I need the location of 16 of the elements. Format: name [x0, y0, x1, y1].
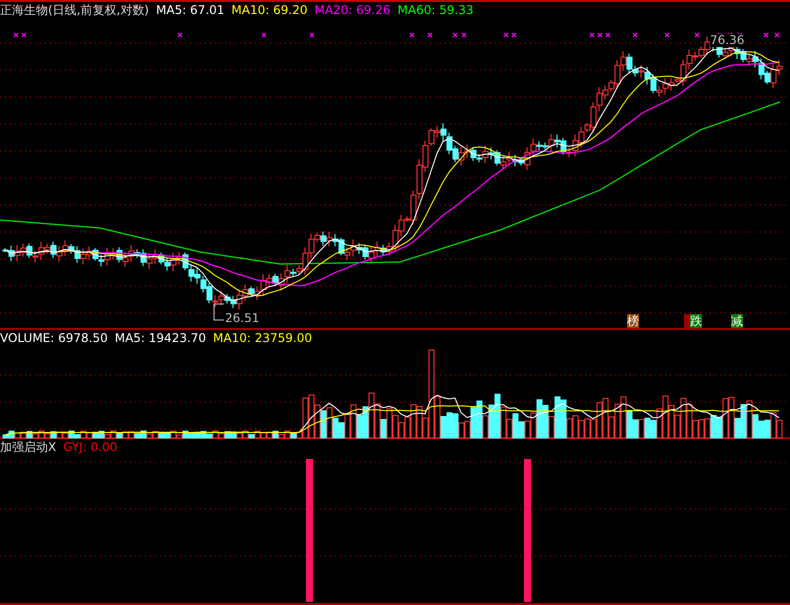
moving-average-label: MA5: 67.01: [156, 3, 224, 18]
price-label: 76.36: [710, 34, 744, 47]
signal-tag: 榜: [627, 314, 639, 328]
volume-label: VOLUME: 6978.50: [0, 331, 108, 346]
moving-average-label: MA60: 59.33: [398, 3, 474, 18]
moving-average-label: MA20: 69.26: [314, 3, 391, 18]
indicator-value: GYJ: 0.00: [63, 440, 118, 455]
signal-tag: 减: [731, 314, 743, 328]
leader-line: [214, 304, 224, 320]
indicator-name: 加强启动X: [0, 440, 56, 455]
stock-title: 正海生物(日线,前复权,对数): [0, 3, 149, 18]
volume-label: MA5: 19423.70: [114, 331, 206, 346]
volume-label: MA10: 23759.00: [213, 331, 312, 346]
moving-average-label: MA10: 69.20: [231, 3, 308, 18]
price-label: 26.51: [225, 312, 260, 325]
signal-tag: 跌: [690, 314, 702, 328]
